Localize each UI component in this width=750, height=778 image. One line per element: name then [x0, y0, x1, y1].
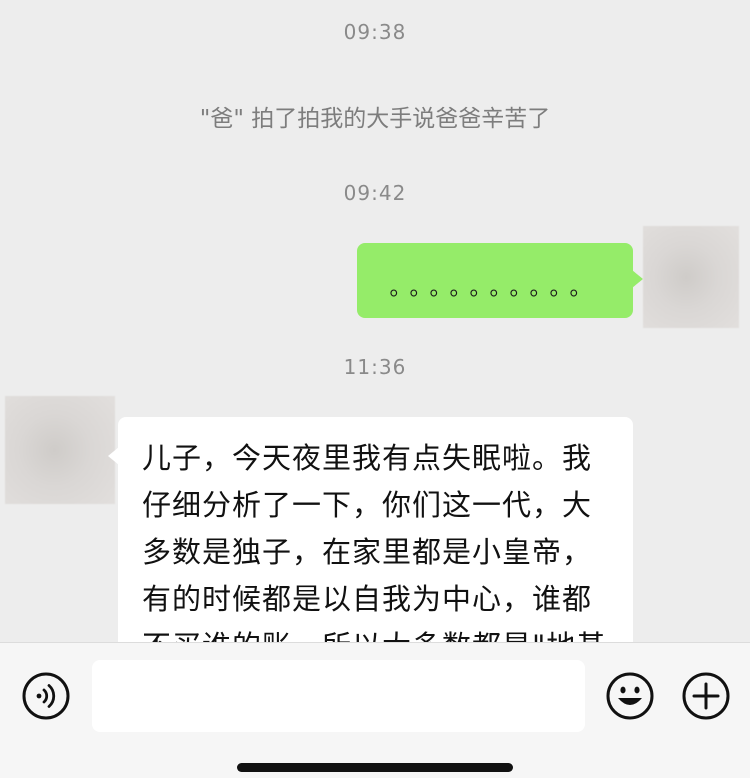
message-list[interactable]: 09:38 "爸" 拍了拍我的大手说爸爸辛苦了 09:42 。。。。。。。。。。… [0, 0, 750, 642]
input-bar [0, 642, 750, 778]
contact-avatar[interactable] [5, 396, 115, 504]
voice-icon [22, 672, 70, 720]
sent-message-bubble[interactable]: 。。。。。。。。。。 [357, 243, 643, 318]
timestamp: 11:36 [343, 355, 407, 379]
message-input[interactable] [92, 660, 585, 732]
received-message-bubble[interactable]: 儿子，今天夜里我有点失眠啦。我仔细分析了一下，你们这一代，大多数是独子，在家里都… [108, 417, 633, 642]
my-avatar[interactable] [643, 226, 739, 328]
sent-message-text: 。。。。。。。。。。 [389, 275, 601, 301]
plus-icon [682, 672, 730, 720]
pat-notification: "爸" 拍了拍我的大手说爸爸辛苦了 [199, 106, 551, 132]
timestamp: 09:38 [343, 20, 407, 44]
voice-button[interactable] [21, 671, 71, 721]
chat-screen: 09:38 "爸" 拍了拍我的大手说爸爸辛苦了 09:42 。。。。。。。。。。… [0, 0, 750, 778]
home-indicator[interactable] [237, 763, 513, 772]
emoji-button[interactable] [605, 671, 655, 721]
emoji-icon [606, 672, 654, 720]
received-message-text: 儿子，今天夜里我有点失眠啦。我仔细分析了一下，你们这一代，大多数是独子，在家里都… [142, 441, 605, 642]
timestamp: 09:42 [343, 181, 407, 205]
more-button[interactable] [681, 671, 731, 721]
